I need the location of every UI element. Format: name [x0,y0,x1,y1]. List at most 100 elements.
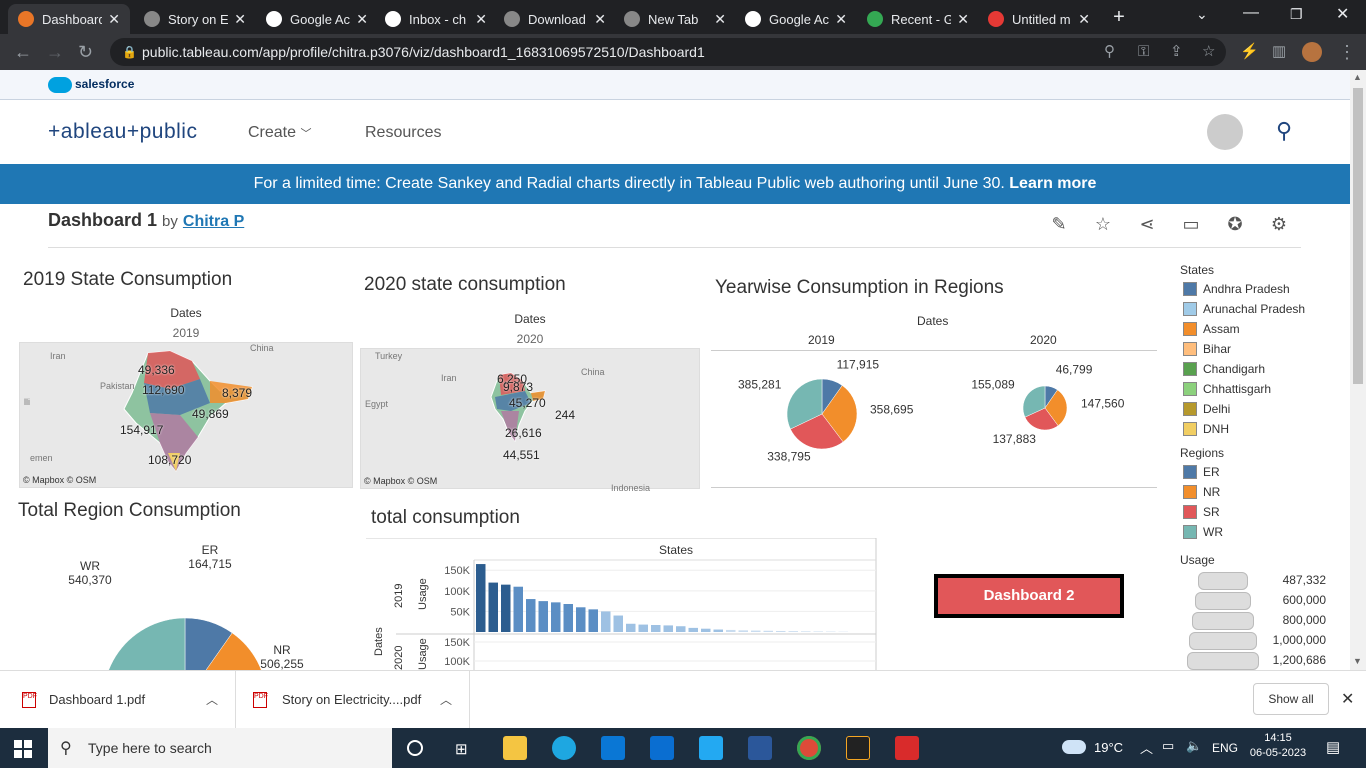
task-view-icon[interactable]: ⊞ [455,740,468,758]
forward-icon[interactable]: → [46,42,64,62]
browser-tab[interactable]: Untitled m ✕ [978,4,1100,34]
comment-icon[interactable]: ▭ [1180,214,1202,236]
minimize-button[interactable]: — [1243,4,1259,22]
tab-search-icon[interactable]: ⌄ [1196,6,1208,23]
network-icon[interactable]: ▭ [1162,738,1174,754]
chevron-up-icon[interactable]: ︿ [206,691,218,708]
browser-tab[interactable]: Google Ac ✕ [256,4,378,34]
scrollbar-down-arrow[interactable]: ▼ [1353,656,1362,666]
windows-taskbar: ⚲ Type here to search ⊞ 19°C ︿ ▭ 🔈 ENG 1… [0,728,1366,768]
chrome-icon[interactable] [797,736,821,760]
close-tab-icon[interactable]: ✕ [234,11,246,28]
region-legend-item[interactable]: SR [1183,505,1220,519]
word-icon[interactable] [748,736,772,760]
badge-icon[interactable]: ✪ [1224,214,1246,236]
close-downloads-icon[interactable]: ✕ [1341,689,1354,709]
reload-icon[interactable]: ↻ [78,42,93,62]
share-icon[interactable]: ⇪ [1170,42,1183,62]
region-legend-item[interactable]: ER [1183,465,1220,479]
scrollbar-thumb[interactable] [1353,88,1363,384]
tableau-public-logo[interactable]: +ableau+public [48,120,197,144]
state-legend-item[interactable]: DNH [1183,422,1229,436]
file-explorer-icon[interactable] [503,736,527,760]
key-icon[interactable]: ⚿ [1138,42,1149,62]
region-legend-item[interactable]: WR [1183,525,1223,539]
dashboard-2-button[interactable]: Dashboard 2 [934,574,1124,618]
legend-label: DNH [1203,422,1229,436]
new-tab-button[interactable]: + [1107,6,1131,28]
vscode-icon[interactable] [699,736,723,760]
cortana-icon[interactable] [407,740,423,756]
browser-tab[interactable]: New Tab ✕ [614,4,736,34]
download-item-1[interactable]: PDF Dashboard 1.pdf ︿ [0,671,236,729]
share-icon[interactable]: ⋖ [1136,214,1158,236]
chevron-up-icon[interactable]: ︿ [1140,738,1153,757]
weather-cloud-icon[interactable] [1062,740,1086,754]
close-window-button[interactable]: ✕ [1336,4,1349,24]
scrollbar-up-arrow[interactable]: ▲ [1353,72,1362,82]
mail-icon[interactable] [650,736,674,760]
close-tab-icon[interactable]: ✕ [714,11,726,28]
browser-tab[interactable]: Story on El ✕ [134,4,256,34]
state-legend-item[interactable]: Arunachal Pradesh [1183,302,1305,316]
viz-title: Dashboard 1 [48,210,158,230]
resources-link[interactable]: Resources [365,124,441,142]
close-tab-icon[interactable]: ✕ [475,11,487,28]
edge-icon[interactable] [552,736,576,760]
user-avatar[interactable] [1207,114,1243,150]
browser-tab[interactable]: Google Ac ✕ [735,4,857,34]
browser-tab[interactable]: Recent - G ✕ [857,4,979,34]
author-link[interactable]: Chitra P [183,213,244,230]
back-icon[interactable]: ← [14,42,32,62]
chevron-up-icon[interactable]: ︿ [440,691,452,708]
extensions-icon[interactable]: ⚡ [1240,42,1259,62]
close-tab-icon[interactable]: ✕ [108,11,120,28]
language-indicator[interactable]: ENG [1212,741,1238,755]
state-legend-item[interactable]: Chandigarh [1183,362,1265,376]
search-icon[interactable]: ⚲ [1276,118,1292,144]
windows-start-icon[interactable] [14,740,32,758]
create-menu[interactable]: Create ﹀ [248,124,311,142]
vector-app-icon[interactable] [846,736,870,760]
taskbar-search-input[interactable]: ⚲ Type here to search [48,728,392,768]
state-legend-item[interactable]: Chhattisgarh [1183,382,1271,396]
profile-avatar[interactable] [1302,42,1322,62]
bookmark-star-icon[interactable]: ☆ [1202,42,1215,62]
restore-button[interactable]: ❐ [1290,6,1303,23]
map-2019-credit[interactable]: © Mapbox © OSM [23,475,96,485]
learn-more-link[interactable]: Learn more [1009,175,1096,192]
state-legend-item[interactable]: Delhi [1183,402,1230,416]
store-icon[interactable] [601,736,625,760]
edit-copy-icon[interactable]: ✎ [1048,214,1070,236]
page-scrollbar[interactable]: ▲ ▼ [1350,70,1366,670]
close-tab-icon[interactable]: ✕ [1078,11,1090,28]
state-legend-item[interactable]: Assam [1183,322,1240,336]
map-2020-credit[interactable]: © Mapbox © OSM [364,476,437,486]
download-item-2[interactable]: PDF Story on Electricity....pdf ︿ [236,671,470,729]
salesforce-logo-text[interactable]: salesforce [75,77,134,91]
close-tab-icon[interactable]: ✕ [957,11,969,28]
state-legend-item[interactable]: Andhra Pradesh [1183,282,1290,296]
weather-text[interactable]: 19°C [1094,740,1123,755]
favorite-star-icon[interactable]: ☆ [1092,214,1114,236]
map-2019[interactable]: Iran China Pakistan emen lli 49,336 112,690 8,… [19,342,353,488]
settings-gear-icon[interactable]: ⚙ [1268,214,1290,236]
side-panel-icon[interactable]: ▥ [1272,42,1286,62]
url-input[interactable]: 🔒 public.tableau.com/app/profile/chitra.… [110,38,1226,66]
close-tab-icon[interactable]: ✕ [835,11,847,28]
browser-tab[interactable]: Inbox - ch ✕ [375,4,497,34]
zoom-icon[interactable]: ⚲ [1104,42,1115,62]
notification-icon[interactable]: ▤ [1326,738,1340,756]
map-2020[interactable]: Turkey Iran China Egypt Indonesia 6,250 9,873… [360,348,700,493]
browser-tab[interactable]: Dashboard ✕ [8,4,130,34]
close-tab-icon[interactable]: ✕ [356,11,368,28]
clock[interactable]: 14:15 06-05-2023 [1246,732,1310,759]
volume-icon[interactable]: 🔈 [1186,738,1202,754]
show-all-button[interactable]: Show all [1253,683,1329,715]
close-tab-icon[interactable]: ✕ [594,11,606,28]
state-legend-item[interactable]: Bihar [1183,342,1231,356]
menu-icon[interactable]: ⋮ [1338,42,1356,62]
browser-tab[interactable]: Download ✕ [494,4,616,34]
acrobat-icon[interactable] [895,736,919,760]
region-legend-item[interactable]: NR [1183,485,1220,499]
